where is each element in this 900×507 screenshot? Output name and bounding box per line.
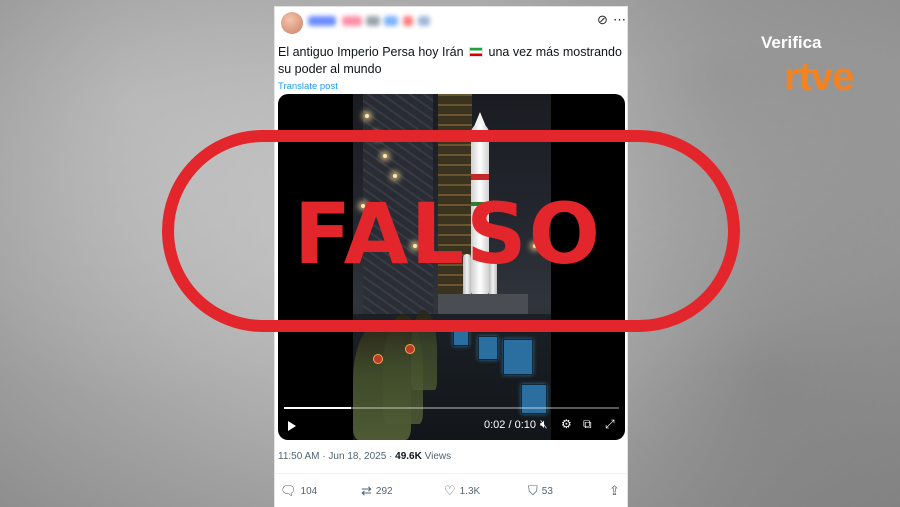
pip-icon[interactable]: ⧉ — [583, 417, 592, 432]
verifica-logo-text: Verifica — [761, 33, 822, 52]
views-label: Views — [424, 451, 452, 462]
bookmark-count: 53 — [541, 485, 553, 497]
bookmark-icon: ⛉ — [528, 483, 538, 498]
blurred-username — [308, 16, 430, 28]
like-count: 1.3K — [459, 485, 481, 497]
play-icon[interactable] — [288, 421, 296, 431]
views-count: 49.6K — [395, 451, 422, 462]
repost-count: 292 — [375, 485, 393, 497]
more-icon[interactable]: ⋯ — [613, 12, 626, 28]
video-time: 0:02 / 0:10 — [484, 419, 536, 431]
tweet-meta: 11:50 AM · Jun 18, 2025 · 49.6K Views — [278, 451, 452, 462]
translate-post-link[interactable]: Translate post — [278, 81, 338, 92]
bookmark-button[interactable]: ⛉ 53 — [528, 483, 553, 499]
share-button[interactable]: ⇪ — [609, 483, 620, 499]
settings-icon[interactable]: ⚙ — [561, 417, 572, 431]
reply-button[interactable]: 🗨︎ 104 — [280, 483, 317, 499]
video-progress-bar[interactable] — [284, 407, 619, 409]
volume-muted-icon[interactable]: 🔇︎ — [540, 417, 548, 432]
reply-count: 104 — [300, 485, 318, 497]
like-button[interactable]: ♡ 1.3K — [444, 483, 480, 499]
tweet-text-part1: El antiguo Imperio Persa hoy Irán — [278, 45, 464, 59]
reply-icon: 🗨︎ — [280, 483, 297, 498]
repost-icon: ⇄ — [361, 483, 372, 498]
post-date: Jun 18, 2025 — [328, 451, 387, 462]
post-time: 11:50 AM — [278, 451, 320, 462]
heart-icon: ♡ — [444, 483, 456, 498]
iran-flag-icon — [469, 47, 484, 57]
rtve-logo: rtve — [784, 55, 854, 99]
avatar[interactable] — [281, 12, 303, 34]
grok-icon[interactable]: ⊘ — [597, 12, 608, 28]
fullscreen-icon[interactable]: ⤢ — [605, 417, 615, 432]
share-icon: ⇪ — [609, 483, 620, 498]
repost-button[interactable]: ⇄ 292 — [361, 483, 393, 499]
falso-label: FALSO — [293, 185, 603, 283]
tweet-text: El antiguo Imperio Persa hoy Irán una ve… — [278, 44, 626, 78]
divider — [275, 473, 627, 474]
